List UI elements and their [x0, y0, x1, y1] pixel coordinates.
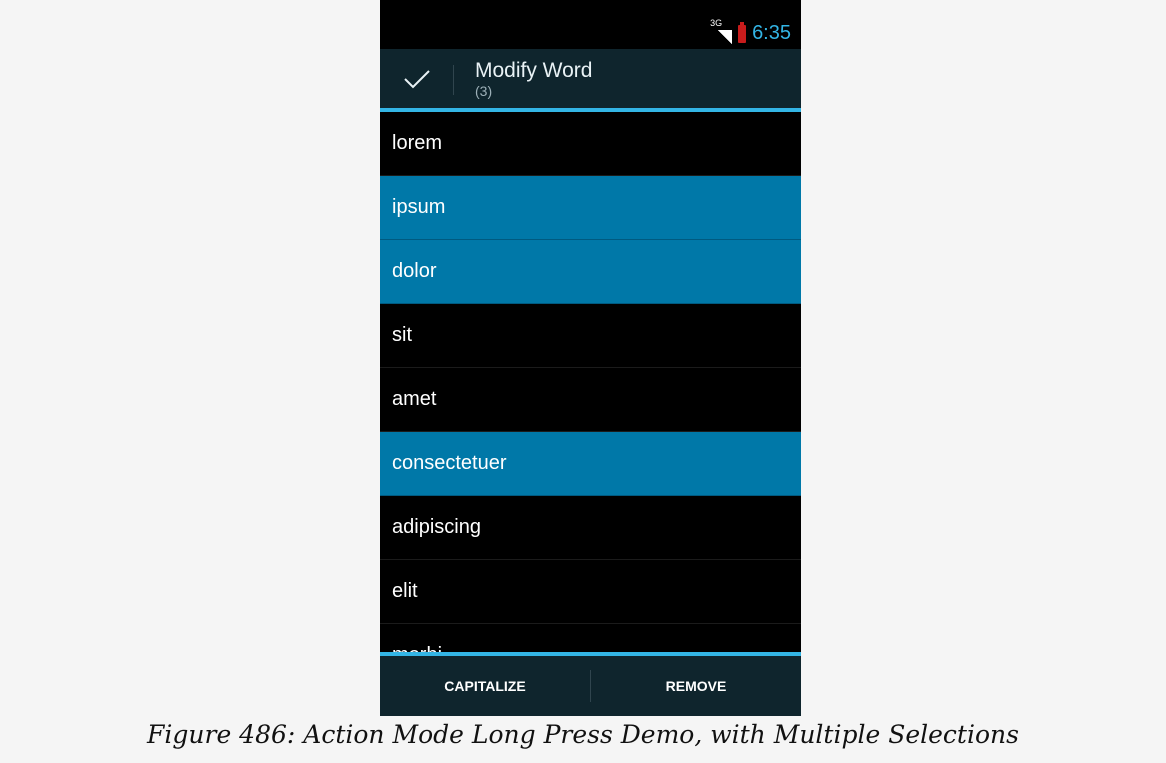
- signal-icon: 3G: [710, 18, 733, 44]
- list-item-label: ipsum: [392, 196, 446, 218]
- list-item[interactable]: sit: [380, 304, 801, 368]
- list-item-label: adipiscing: [392, 516, 481, 538]
- figure-caption: Figure 486: Action Mode Long Press Demo,…: [147, 720, 1019, 749]
- battery-icon: [738, 21, 747, 43]
- list-item[interactable]: adipiscing: [380, 496, 801, 560]
- list-item-label: elit: [392, 580, 418, 602]
- remove-button[interactable]: REMOVE: [591, 656, 801, 716]
- divider: [453, 65, 454, 95]
- network-type: 3G: [710, 17, 723, 28]
- list-item[interactable]: amet: [380, 368, 801, 432]
- device-screen: 3G 6:35 Modify Word (3) lorem ipsum dolor s…: [380, 0, 801, 716]
- list-item-label: lorem: [392, 132, 443, 154]
- capitalize-button[interactable]: CAPITALIZE: [380, 656, 590, 716]
- list-item-label: amet: [392, 388, 437, 410]
- list-item-label: sit: [392, 324, 412, 346]
- list-item[interactable]: elit: [380, 560, 801, 624]
- selection-count: (3): [475, 83, 493, 99]
- list-item[interactable]: dolor: [380, 240, 801, 304]
- list-item[interactable]: morbi: [380, 624, 801, 652]
- status-bar: 3G 6:35: [380, 0, 801, 49]
- list-item[interactable]: lorem: [380, 112, 801, 176]
- word-list[interactable]: lorem ipsum dolor sit amet consectetuer adipis…: [380, 112, 801, 652]
- action-mode-title: Modify Word: [475, 59, 593, 82]
- clock: 6:35: [752, 22, 791, 44]
- action-mode-bar: Modify Word (3): [380, 49, 801, 108]
- done-button[interactable]: [380, 49, 453, 108]
- list-item-label: consectetuer: [392, 452, 507, 474]
- list-item-label: dolor: [392, 260, 437, 282]
- split-action-bar: CAPITALIZE REMOVE: [380, 656, 801, 716]
- checkmark-icon: [403, 69, 430, 88]
- list-item[interactable]: ipsum: [380, 176, 801, 240]
- list-item[interactable]: consectetuer: [380, 432, 801, 496]
- list-item-label: morbi: [392, 644, 442, 652]
